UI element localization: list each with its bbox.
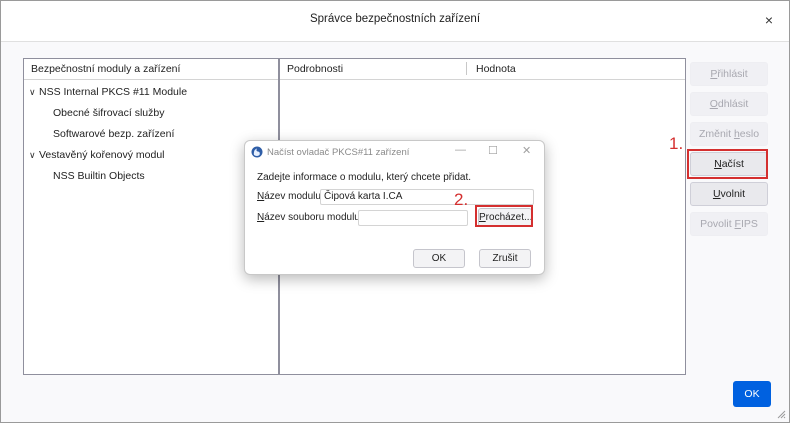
button-label-accesskey: O [709,98,718,110]
step-2-annotation: 2. [454,190,469,209]
window-title: Správce bezpečnostních zařízení [309,13,481,25]
close-icon[interactable]: × [759,10,779,30]
button-label: volnit [720,188,746,200]
login-button[interactable]: Přihlásit [690,62,768,86]
firefox-icon [251,146,263,158]
title-bar: Správce bezpečnostních zařízení × [1,1,789,42]
chevron-down-icon[interactable]: ∨ [29,150,39,161]
button-label-accesskey: U [712,188,721,200]
module-file-input[interactable] [358,210,468,226]
close-icon[interactable]: ✕ [522,144,531,157]
tree-item-label: Vestavěný kořenový modul [39,149,165,161]
module-name-label: Název modulu [257,191,321,202]
tree-item-label: Obecné šifrovací služby [53,107,165,119]
button-label: eslo [739,128,760,140]
step-1-annotation: 1. [669,134,684,153]
minimize-icon[interactable]: — [455,144,466,156]
button-label: IPS [740,218,758,230]
button-label: Povolit [700,218,735,230]
tree-item-builtin-root[interactable]: ∨ Vestavěný kořenový modul [29,149,165,161]
device-manager-window: Správce bezpečnostních zařízení × Bezpeč… [0,0,790,423]
change-password-button[interactable]: Změnit heslo [690,122,768,146]
tree-item-nss-internal[interactable]: ∨ NSS Internal PKCS #11 Module [29,86,187,98]
resize-grip-icon[interactable] [776,409,786,419]
tree-item-label: NSS Internal PKCS #11 Module [39,86,188,98]
value-column-header[interactable]: Hodnota [476,63,516,75]
unload-button[interactable]: Uvolnit [690,182,768,206]
dialog-info-text: Zadejte informace o modulu, který chcete… [257,172,471,183]
details-column-header[interactable]: Podrobnosti [287,63,343,75]
ok-button[interactable]: OK [733,381,771,407]
label-text: ázev souboru modulu [264,212,360,223]
chevron-down-icon[interactable]: ∨ [29,87,39,98]
tree-item-label: NSS Builtin Objects [53,170,145,182]
tree-item-generic-crypto[interactable]: Obecné šifrovací služby [53,107,164,119]
dialog-cancel-button[interactable]: Zrušit [479,249,531,268]
modules-column-header: Bezpečnostní moduly a zařízení [31,63,181,75]
label-text: ázev modulu [264,191,321,202]
tree-item-builtin-objects[interactable]: NSS Builtin Objects [53,170,145,182]
load-button-highlight [687,149,768,179]
tree-item-label: Softwarové bezp. zařízení [53,128,175,140]
dialog-ok-button[interactable]: OK [413,249,465,268]
modules-tree[interactable]: Bezpečnostní moduly a zařízení ∨ NSS Inte… [23,58,279,375]
tree-item-software-device[interactable]: Softwarové bezp. zařízení [53,128,174,140]
column-separator[interactable] [466,62,467,75]
browse-button-highlight [475,205,533,227]
module-file-label: Název souboru modulu [257,212,360,223]
dialog-title: Načíst ovladač PKCS#11 zařízení [267,147,410,158]
module-name-input[interactable]: Čipová karta I.CA [320,189,534,205]
button-label: Změnit [698,128,734,140]
modules-tree-header: Bezpečnostní moduly a zařízení [24,59,278,80]
logout-button[interactable]: Odhlásit [690,92,768,116]
details-table-header: Podrobnosti Hodnota [280,59,685,80]
button-label: řihlásit [717,68,748,80]
enable-fips-button[interactable]: Povolit FIPS [690,212,768,236]
button-label: dhlásit [717,98,749,110]
maximize-icon[interactable]: ☐ [488,144,498,157]
